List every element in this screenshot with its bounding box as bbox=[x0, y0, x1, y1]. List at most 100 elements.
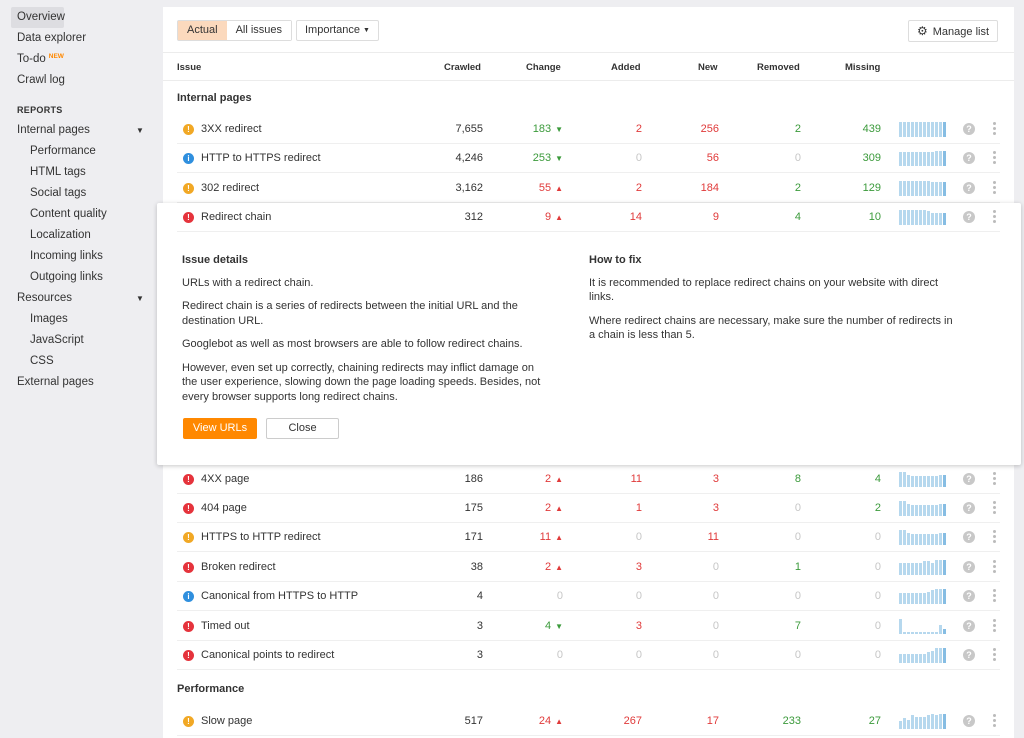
help-icon[interactable]: ? bbox=[963, 531, 975, 543]
cell-missing[interactable]: 439 bbox=[863, 115, 881, 144]
issue-name[interactable]: 404 page bbox=[201, 494, 247, 523]
more-options-icon[interactable] bbox=[991, 560, 997, 575]
more-options-icon[interactable] bbox=[991, 472, 997, 487]
more-options-icon[interactable] bbox=[991, 530, 997, 545]
cell-removed[interactable]: 8 bbox=[795, 465, 801, 494]
sidebar-item-to-do[interactable]: To-do NEW bbox=[0, 49, 155, 70]
help-icon[interactable]: ? bbox=[963, 715, 975, 727]
sidebar-item-html-tags[interactable]: HTML tags bbox=[0, 162, 155, 183]
help-icon[interactable]: ? bbox=[963, 590, 975, 602]
cell-missing[interactable]: 0 bbox=[875, 582, 881, 611]
importance-dropdown[interactable]: Importance ▼ bbox=[296, 20, 379, 41]
sidebar-item-images[interactable]: Images bbox=[0, 309, 155, 330]
cell-new[interactable]: 9 bbox=[713, 203, 719, 232]
table-row[interactable]: i HTTP to HTTPS redirect 4,246 253 ▼ 0 56 0 309? bbox=[163, 144, 1014, 173]
sidebar-item-javascript[interactable]: JavaScript bbox=[0, 330, 155, 351]
cell-removed[interactable]: 0 bbox=[795, 494, 801, 523]
cell-removed[interactable]: 7 bbox=[795, 612, 801, 641]
col-header-new[interactable]: New bbox=[698, 62, 718, 73]
table-row[interactable]: ! 3XX redirect 7,655 183 ▼ 2 256 2 439? bbox=[163, 115, 1014, 144]
col-header-added[interactable]: Added bbox=[611, 62, 641, 73]
more-options-icon[interactable] bbox=[991, 151, 997, 166]
help-icon[interactable]: ? bbox=[963, 473, 975, 485]
table-row[interactable]: ! 302 redirect 3,162 55 ▲ 2 184 2 129? bbox=[163, 174, 1014, 203]
cell-removed[interactable]: 1 bbox=[795, 553, 801, 582]
close-button[interactable]: Close bbox=[266, 418, 339, 439]
table-row[interactable]: i Canonical from HTTPS to HTTP 4 0 0 0 0 0? bbox=[163, 582, 1014, 611]
sidebar-item-outgoing-links[interactable]: Outgoing links bbox=[0, 267, 155, 288]
table-row[interactable]: ! Broken redirect 38 2 ▲ 3 0 1 0? bbox=[163, 553, 1014, 582]
cell-added[interactable]: 2 bbox=[636, 115, 642, 144]
more-options-icon[interactable] bbox=[991, 648, 997, 663]
sidebar-item-incoming-links[interactable]: Incoming links bbox=[0, 246, 155, 267]
table-row[interactable]: ! Timed out 3 4 ▼ 3 0 7 0? bbox=[163, 612, 1014, 641]
sidebar-item-localization[interactable]: Localization bbox=[0, 225, 155, 246]
cell-new[interactable]: 3 bbox=[713, 465, 719, 494]
sidebar-item-data-explorer[interactable]: Data explorer bbox=[0, 28, 155, 49]
table-row[interactable]: ! HTTPS to HTTP redirect 171 11 ▲ 0 11 0 0? bbox=[163, 523, 1014, 552]
cell-removed[interactable]: 0 bbox=[795, 144, 801, 173]
issue-name[interactable]: HTTPS to HTTP redirect bbox=[201, 523, 321, 552]
sidebar-item-css[interactable]: CSS bbox=[0, 351, 155, 372]
cell-new[interactable]: 56 bbox=[707, 144, 719, 173]
col-header-removed[interactable]: Removed bbox=[757, 62, 800, 73]
help-icon[interactable]: ? bbox=[963, 561, 975, 573]
issue-name[interactable]: Broken redirect bbox=[201, 553, 276, 582]
cell-removed[interactable]: 0 bbox=[795, 582, 801, 611]
col-header-crawled[interactable]: Crawled bbox=[444, 62, 481, 73]
cell-added[interactable]: 3 bbox=[636, 612, 642, 641]
more-options-icon[interactable] bbox=[991, 619, 997, 634]
issue-name[interactable]: 3XX redirect bbox=[201, 115, 262, 144]
issue-name[interactable]: Timed out bbox=[201, 612, 250, 641]
help-icon[interactable]: ? bbox=[963, 620, 975, 632]
cell-missing[interactable]: 10 bbox=[869, 203, 881, 232]
issue-name[interactable]: 4XX page bbox=[201, 465, 249, 494]
cell-removed[interactable]: 0 bbox=[795, 523, 801, 552]
sidebar-item-internal-pages[interactable]: Internal pages ▼ bbox=[0, 120, 155, 141]
issue-name[interactable]: 302 redirect bbox=[201, 174, 259, 203]
sidebar-item-crawl-log[interactable]: Crawl log bbox=[0, 70, 155, 91]
issue-name[interactable]: HTTP to HTTPS redirect bbox=[201, 144, 321, 173]
filter-all-issues-button[interactable]: All issues bbox=[226, 21, 292, 40]
cell-new[interactable]: 0 bbox=[713, 641, 719, 670]
help-icon[interactable]: ? bbox=[963, 182, 975, 194]
sidebar-item-overview[interactable]: Overview bbox=[11, 7, 65, 28]
view-urls-button[interactable]: View URLs bbox=[183, 418, 257, 439]
cell-added[interactable]: 2 bbox=[636, 174, 642, 203]
cell-missing[interactable]: 27 bbox=[869, 707, 881, 736]
sidebar-item-resources[interactable]: Resources ▼ bbox=[0, 288, 155, 309]
sidebar-item-content-quality[interactable]: Content quality bbox=[0, 204, 155, 225]
cell-new[interactable]: 3 bbox=[713, 494, 719, 523]
more-options-icon[interactable] bbox=[991, 589, 997, 604]
help-icon[interactable]: ? bbox=[963, 123, 975, 135]
cell-added[interactable]: 14 bbox=[630, 203, 642, 232]
cell-added[interactable]: 0 bbox=[636, 144, 642, 173]
cell-missing[interactable]: 129 bbox=[863, 174, 881, 203]
sidebar-item-performance[interactable]: Performance bbox=[0, 141, 155, 162]
cell-missing[interactable]: 2 bbox=[875, 494, 881, 523]
cell-removed[interactable]: 0 bbox=[795, 641, 801, 670]
table-row[interactable]: ! 4XX page 186 2 ▲ 11 3 8 4? bbox=[163, 465, 1014, 494]
cell-missing[interactable]: 4 bbox=[875, 465, 881, 494]
cell-removed[interactable]: 233 bbox=[783, 707, 801, 736]
table-row[interactable]: ! Redirect chain 312 9 ▲ 14 9 4 10? bbox=[163, 203, 1014, 232]
table-row[interactable]: ! Canonical points to redirect 3 0 0 0 0 0? bbox=[163, 641, 1014, 670]
more-options-icon[interactable] bbox=[991, 210, 997, 225]
cell-added[interactable]: 11 bbox=[631, 465, 642, 494]
cell-missing[interactable]: 309 bbox=[863, 144, 881, 173]
table-row[interactable]: ! Slow page 517 24 ▲ 267 17 233 27? bbox=[163, 707, 1014, 736]
cell-removed[interactable]: 2 bbox=[795, 174, 801, 203]
issue-name[interactable]: Redirect chain bbox=[201, 203, 271, 232]
more-options-icon[interactable] bbox=[991, 501, 997, 516]
cell-new[interactable]: 0 bbox=[713, 553, 719, 582]
issue-name[interactable]: Canonical from HTTPS to HTTP bbox=[201, 582, 358, 611]
more-options-icon[interactable] bbox=[991, 714, 997, 729]
table-row[interactable]: ! 404 page 175 2 ▲ 1 3 0 2? bbox=[163, 494, 1014, 523]
col-header-missing[interactable]: Missing bbox=[845, 62, 880, 73]
cell-new[interactable]: 184 bbox=[701, 174, 719, 203]
issue-name[interactable]: Canonical points to redirect bbox=[201, 641, 334, 670]
cell-removed[interactable]: 4 bbox=[795, 203, 801, 232]
col-header-change[interactable]: Change bbox=[526, 62, 561, 73]
cell-missing[interactable]: 0 bbox=[875, 612, 881, 641]
filter-actual-button[interactable]: Actual bbox=[178, 21, 227, 40]
